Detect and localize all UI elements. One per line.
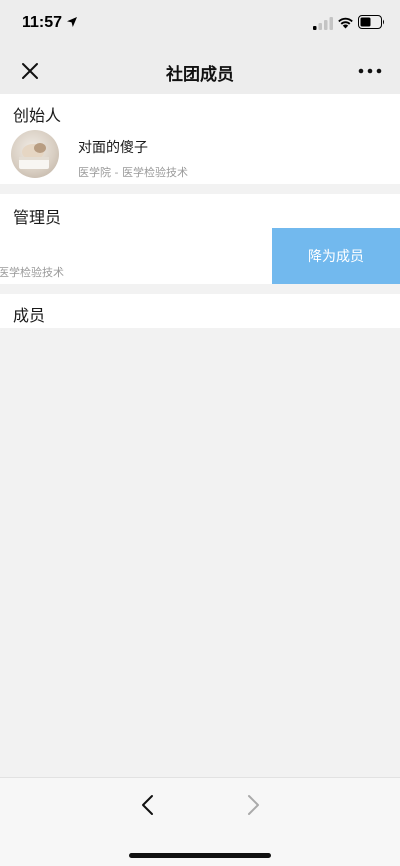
- founder-section-title: 创始人: [13, 106, 62, 125]
- admin-section: 管理员 医学检验技术 降为成员: [0, 194, 400, 284]
- members-section: 成员: [0, 294, 400, 328]
- demote-to-member-button[interactable]: 降为成员: [272, 228, 400, 284]
- more-icon[interactable]: [356, 63, 384, 79]
- bottom-toolbar: [0, 777, 400, 866]
- member-meta: 医学检验技术: [0, 266, 64, 279]
- back-icon[interactable]: [140, 794, 156, 816]
- home-indicator: [129, 853, 271, 858]
- members-section-title: 成员: [13, 306, 46, 325]
- avatar[interactable]: [11, 130, 59, 178]
- admin-section-title: 管理员: [13, 208, 62, 227]
- signal-icon: [313, 17, 333, 30]
- founder-section: 创始人 对面的傻子 医学院 - 医学检验技术: [0, 94, 400, 184]
- nav-bar: 社团成员: [0, 48, 400, 94]
- forward-icon: [248, 795, 259, 815]
- list-item[interactable]: 医学检验技术 降为成员: [0, 228, 400, 284]
- location-arrow-icon: [67, 17, 77, 27]
- status-bar: 11:57: [0, 0, 400, 48]
- page-title: 社团成员: [166, 65, 234, 85]
- member-name[interactable]: 对面的傻子: [78, 137, 148, 157]
- member-meta: 医学院 - 医学检验技术: [78, 166, 188, 179]
- wifi-icon: [338, 17, 353, 29]
- status-time: 11:57: [22, 14, 63, 31]
- battery-icon: [358, 15, 384, 29]
